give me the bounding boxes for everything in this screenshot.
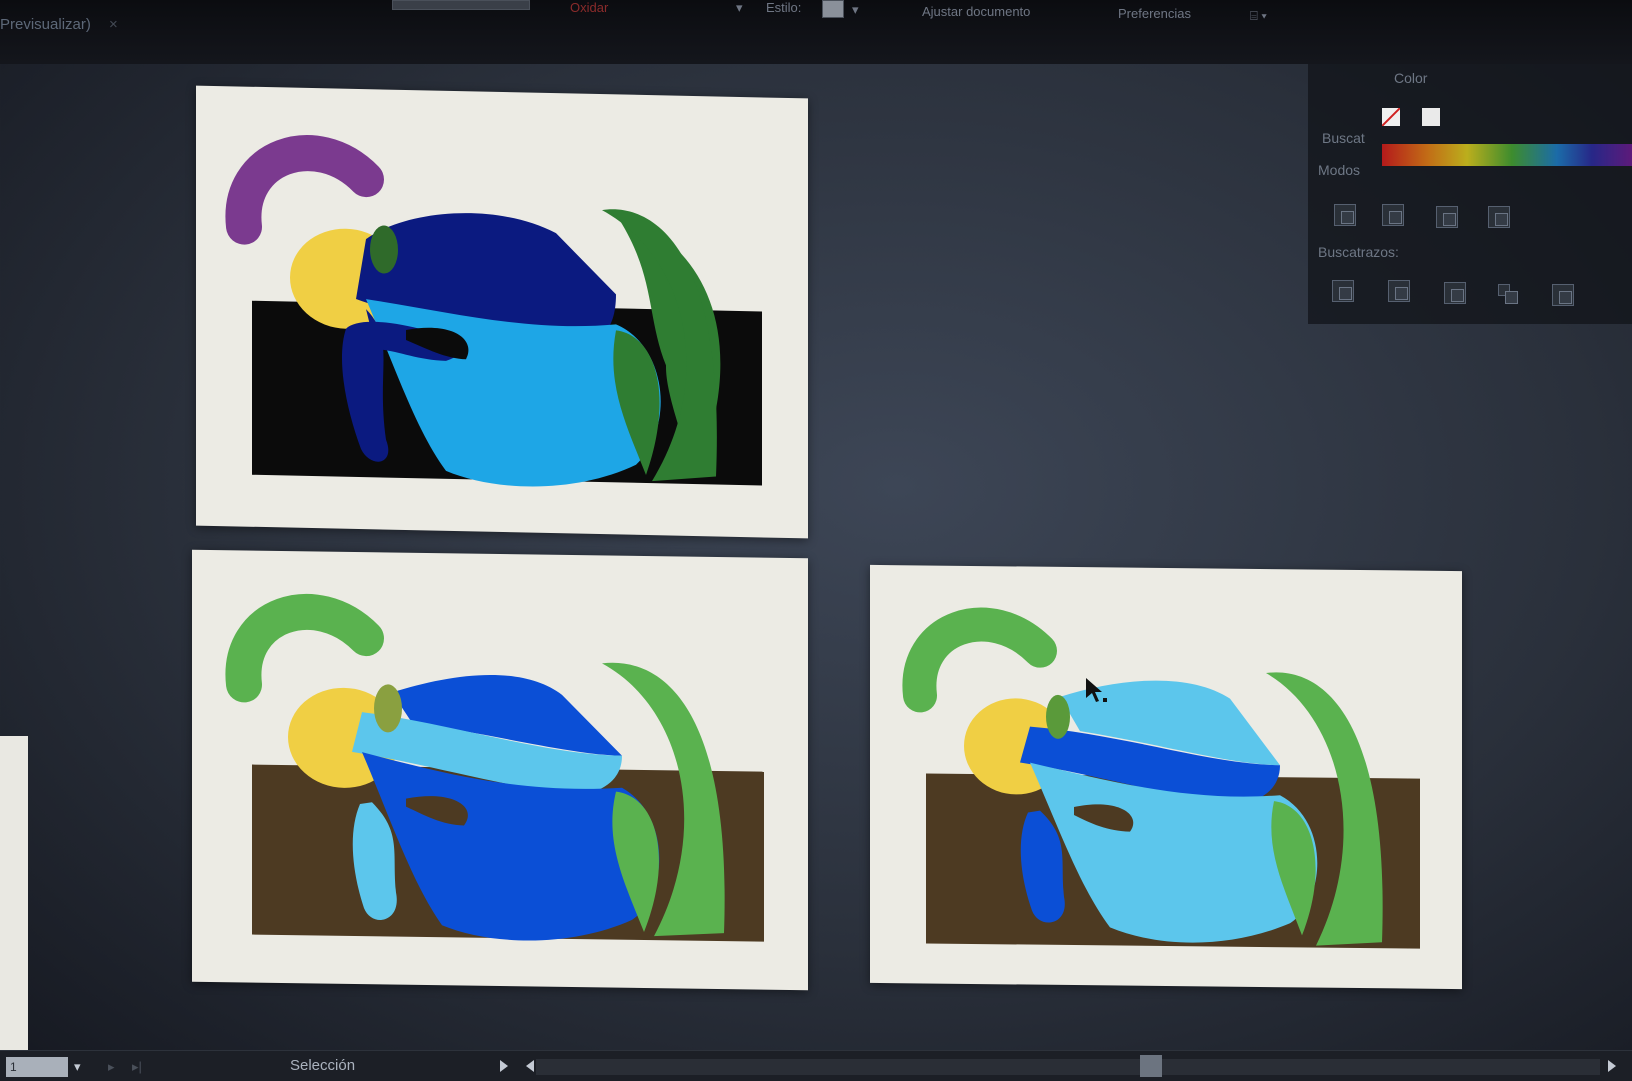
crop-icon[interactable] (1498, 284, 1518, 304)
scroll-right-icon[interactable] (1608, 1060, 1616, 1072)
preferences-button[interactable]: Preferencias (1118, 6, 1191, 21)
fill-field[interactable] (392, 0, 530, 10)
next-artboard-icon[interactable]: ▸ (108, 1059, 115, 1075)
scroll-left-icon[interactable] (526, 1060, 534, 1072)
style-dropdown-icon[interactable]: ▾ (852, 2, 859, 18)
none-swatch[interactable] (1382, 108, 1400, 126)
color-spectrum[interactable] (1382, 144, 1632, 166)
status-menu-arrow-icon[interactable] (500, 1060, 508, 1072)
artboard-3[interactable] (870, 564, 1462, 990)
overlap-dot (374, 684, 402, 733)
style-label: Estilo: (766, 0, 802, 15)
intersect-icon[interactable] (1436, 206, 1458, 228)
zoom-field[interactable]: 1 (6, 1057, 68, 1077)
unite-icon[interactable] (1334, 204, 1356, 226)
status-bar: 1 ▾ ▸ ▸| Selección (0, 1050, 1632, 1081)
arc-shape (902, 607, 1057, 713)
minus-front-icon[interactable] (1382, 204, 1404, 226)
style-swatch[interactable] (822, 0, 844, 18)
outline-icon[interactable] (1552, 284, 1574, 306)
offscreen-artboard-edge (0, 736, 28, 1052)
white-swatch[interactable] (1422, 108, 1440, 126)
color-panel: Color Buscat Modos Buscatrazos: (1308, 64, 1632, 324)
oxidize-label[interactable]: Oxidar (570, 0, 608, 15)
artwork-3 (902, 607, 1420, 949)
divide-icon[interactable] (1332, 280, 1354, 302)
trim-icon[interactable] (1388, 280, 1410, 302)
artboard-2[interactable] (192, 549, 808, 991)
panel-title[interactable]: Color (1394, 70, 1427, 86)
arrange-icon[interactable]: ⌸ ▾ (1250, 8, 1267, 24)
zoom-dropdown-icon[interactable]: ▾ (74, 1059, 81, 1075)
document-tab[interactable]: Previsualizar) × (0, 16, 118, 33)
document-tab-label: Previsualizar) (0, 16, 91, 33)
last-artboard-icon[interactable]: ▸| (132, 1059, 142, 1075)
buscat-label: Buscat (1322, 130, 1365, 146)
artwork-1 (225, 135, 762, 487)
exclude-icon[interactable] (1488, 206, 1510, 228)
scrollbar-thumb[interactable] (1140, 1055, 1162, 1077)
artboard-1[interactable] (196, 85, 808, 539)
mouse-cursor-icon (1086, 678, 1107, 702)
arc-shape (225, 594, 384, 703)
horizontal-scrollbar[interactable] (536, 1059, 1600, 1075)
current-tool-label: Selección (290, 1057, 356, 1074)
merge-icon[interactable] (1444, 282, 1466, 304)
arc-shape (225, 135, 384, 245)
dropdown-arrow-icon[interactable]: ▾ (736, 0, 743, 16)
modos-label: Modos (1318, 162, 1361, 178)
artwork-2 (225, 594, 764, 942)
control-bar: Oxidar ▾ Estilo: ▾ Ajustar documento Pre… (0, 0, 1632, 64)
pathfinder-label: Buscatrazos: (1318, 244, 1399, 260)
close-icon[interactable]: × (109, 16, 118, 33)
adjust-document-button[interactable]: Ajustar documento (922, 4, 1030, 19)
overlap-dot (1046, 694, 1070, 739)
